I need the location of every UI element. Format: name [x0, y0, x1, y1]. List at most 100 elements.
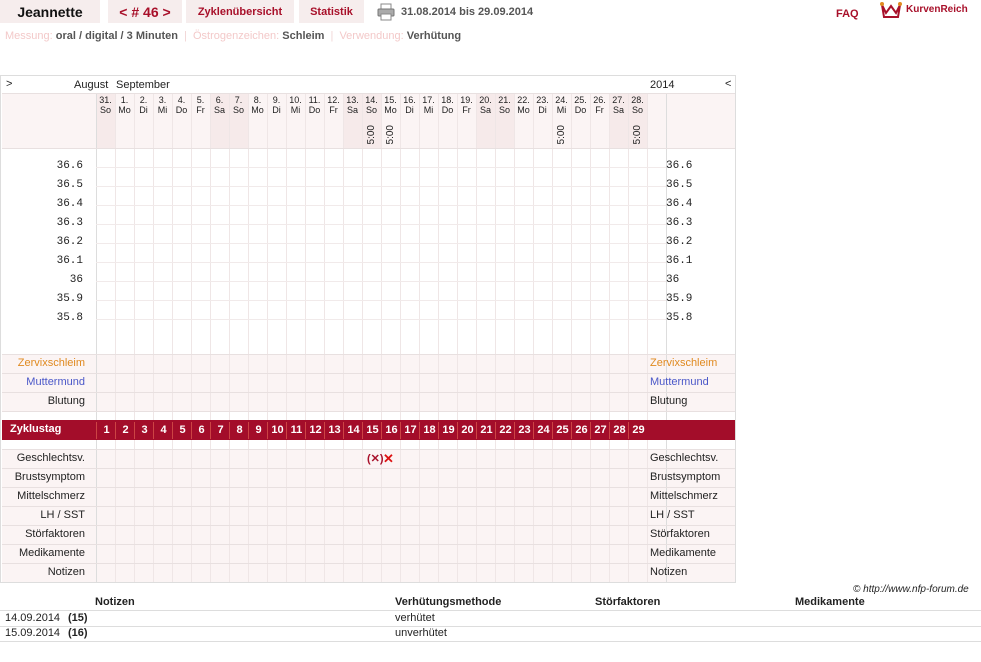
temp-label: 36.2 [56, 236, 83, 248]
row-separator [2, 449, 735, 450]
temperature-area [2, 148, 735, 348]
day-weekday: Mi [157, 105, 168, 115]
day-header[interactable]: 31. So [96, 95, 115, 148]
statistics-label: Statistik [310, 5, 353, 18]
cycle-day-number: 5 [172, 422, 192, 439]
year-label: 2014 [650, 79, 675, 91]
measure-time: 5:00 [385, 125, 396, 145]
mittelschmerz-label: Mittelschmerz [17, 490, 85, 502]
day-header[interactable]: 10. Mi [286, 95, 305, 148]
day-header[interactable]: 24. Mi 5:00 [552, 95, 571, 148]
day-date: 27. [612, 95, 625, 105]
user-name-tab[interactable]: Jeannette [0, 0, 100, 23]
row-separator [2, 392, 735, 393]
day-header[interactable]: 15. Mo 5:00 [381, 95, 400, 148]
day-header[interactable]: 27. Sa [609, 95, 628, 148]
day-header[interactable]: 8. Mo [248, 95, 267, 148]
statistics-tab[interactable]: Statistik [299, 0, 364, 23]
day-header[interactable]: 12. Fr [324, 95, 343, 148]
messung-value: oral / digital / 3 Minuten [55, 30, 178, 42]
temp-label-right: 35.8 [666, 312, 693, 324]
day-date: 3. [158, 95, 167, 105]
day-header[interactable]: 25. Do [571, 95, 590, 148]
day-header[interactable]: 4. Do [172, 95, 191, 148]
day-header[interactable]: 11. Do [305, 95, 324, 148]
temp-gridline [96, 319, 666, 320]
intercourse-unprotected-mark[interactable]: ✕ [383, 451, 394, 467]
day-header[interactable]: 1. Mo [115, 95, 134, 148]
faq-link[interactable]: FAQ [836, 8, 859, 20]
day-date: 19. [460, 95, 473, 105]
day-header[interactable]: 22. Mo [514, 95, 533, 148]
day-header[interactable]: 28. So 5:00 [628, 95, 647, 148]
temp-gridline [96, 300, 666, 301]
cycle-day-number: 4 [153, 422, 173, 439]
day-header[interactable]: 23. Di [533, 95, 552, 148]
verwendung-label: Verwendung: [339, 30, 404, 42]
day-header[interactable]: 19. Fr [457, 95, 476, 148]
cycle-day-number: 22 [495, 422, 515, 439]
day-header[interactable]: 9. Di [267, 95, 286, 148]
cycle-overview-tab[interactable]: Zyklenübersicht [186, 0, 294, 23]
cycle-nav-tab[interactable]: < # 46 > [108, 0, 182, 23]
row-method: verhütet [395, 612, 435, 624]
day-header[interactable]: 14. So 5:00 [362, 95, 381, 148]
day-weekday: Di [272, 105, 281, 115]
day-header[interactable]: 7. So [229, 95, 248, 148]
day-header[interactable]: 2. Di [134, 95, 153, 148]
table-row: 15.09.2014 (16) unverhütet [0, 626, 981, 642]
day-weekday: Di [405, 105, 414, 115]
intercourse-protected-mark[interactable]: (✕) [367, 452, 384, 465]
mittelschmerz-label-right: Mittelschmerz [650, 490, 718, 502]
day-header[interactable]: 21. So [495, 95, 514, 148]
messung-label: Messung: [5, 30, 53, 42]
day-weekday: Mi [290, 105, 301, 115]
month-september: September [116, 79, 170, 91]
day-weekday: So [631, 105, 643, 115]
day-date: 18. [441, 95, 454, 105]
day-date: 1. [120, 95, 129, 105]
day-date: 6. [215, 95, 224, 105]
day-weekday: Do [175, 105, 188, 115]
day-header[interactable]: 16. Di [400, 95, 419, 148]
day-date: 22. [517, 95, 530, 105]
row-separator [2, 506, 735, 507]
measure-time: 5:00 [366, 125, 377, 145]
day-weekday: Sa [213, 105, 225, 115]
temp-label: 36.5 [56, 179, 83, 191]
brustsymptom-label-right: Brustsymptom [650, 471, 721, 483]
stoerfaktoren-label-right: Störfaktoren [650, 528, 710, 540]
temp-label: 36.3 [56, 217, 83, 229]
day-header[interactable]: 17. Mi [419, 95, 438, 148]
day-date: 9. [272, 95, 281, 105]
cycle-day-number: 9 [248, 422, 268, 439]
temp-gridline [96, 167, 666, 168]
day-date: 31. [99, 95, 112, 105]
day-weekday: Mo [118, 105, 131, 115]
day-header[interactable]: 5. Fr [191, 95, 210, 148]
cycle-number[interactable]: < # 46 > [119, 4, 170, 20]
cycle-overview-label: Zyklenübersicht [197, 5, 283, 18]
zervix-label: Zervixschleim [17, 357, 85, 369]
cycle-chart: > August September 2014 < 31. So 1. Mo 2. Di 3… [0, 75, 736, 583]
day-header[interactable]: 18. Do [438, 95, 457, 148]
day-header[interactable]: 6. Sa [210, 95, 229, 148]
printer-icon[interactable] [377, 3, 395, 21]
row-method: unverhütet [395, 627, 447, 639]
day-weekday: Di [538, 105, 547, 115]
cycle-day-number: 3 [134, 422, 154, 439]
cycle-day-number: 23 [514, 422, 534, 439]
day-weekday: So [365, 105, 377, 115]
cycle-day-number: 21 [476, 422, 496, 439]
crown-logo-icon [880, 2, 902, 18]
day-header[interactable]: 20. Sa [476, 95, 495, 148]
day-header[interactable]: 3. Mi [153, 95, 172, 148]
day-date: 10. [289, 95, 302, 105]
row-separator [2, 563, 735, 564]
cycle-day-number: 17 [400, 422, 420, 439]
day-header[interactable]: 13. Sa [343, 95, 362, 148]
day-header[interactable]: 26. Fr [590, 95, 609, 148]
nav-next-button[interactable]: < [725, 78, 731, 90]
nav-prev-button[interactable]: > [6, 78, 12, 90]
cycle-day-number: 7 [210, 422, 230, 439]
